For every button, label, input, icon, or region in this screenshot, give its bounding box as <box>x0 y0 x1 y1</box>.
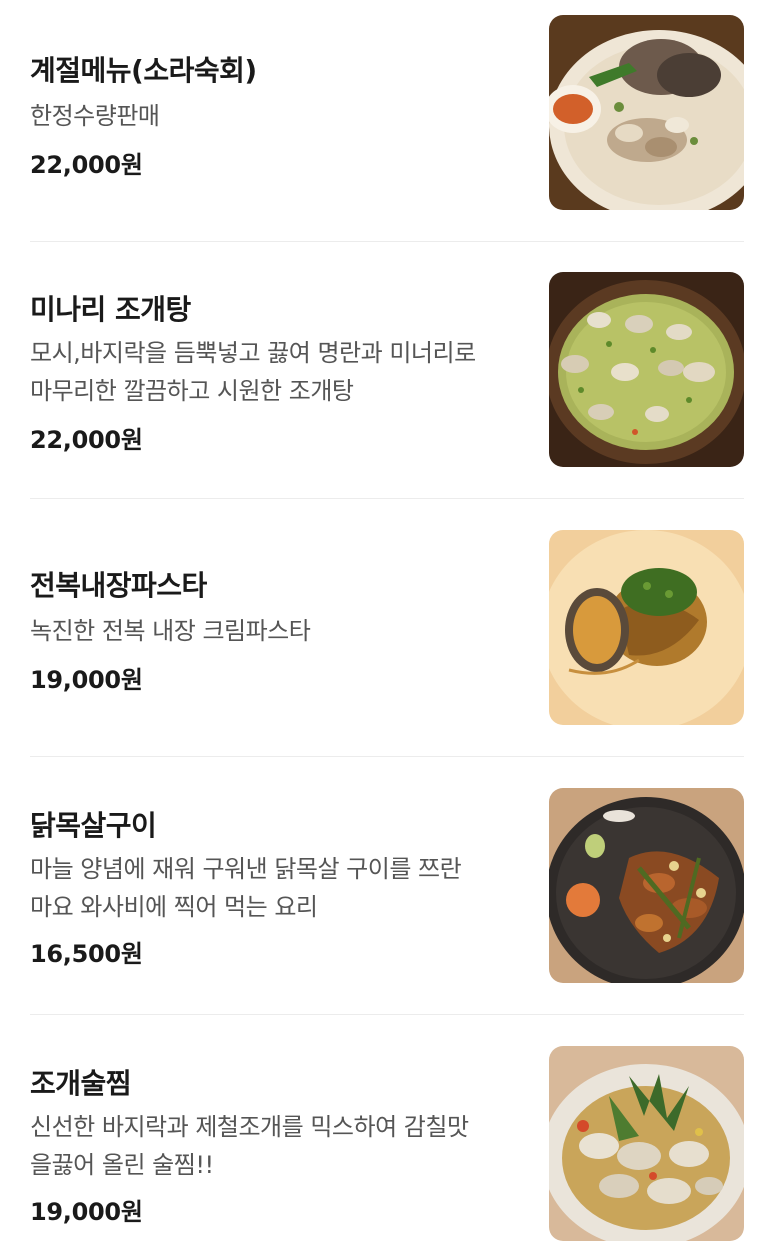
grilled-chicken-neck-photo <box>549 788 744 983</box>
menu-item-name: 계절메뉴(소라숙회) <box>30 54 257 87</box>
abalone-pasta-photo <box>549 530 744 725</box>
menu-item-chicken-neck[interactable]: 닭목살구이 마늘 양념에 재워 구워낸 닭목살 구이를 쯔란 마요 와사비에 찍… <box>30 788 744 984</box>
menu-item-steamed-clams[interactable]: 조개술찜 신선한 바지락과 제철조개를 믹스하여 감칠맛 을끓어 올린 술찜!!… <box>30 1046 744 1242</box>
menu-item-minari-clam-soup[interactable]: 미나리 조개탕 모시,바지락을 듬뿍넣고 끓여 명란과 미너리로 마무리한 깔끔… <box>30 272 744 468</box>
steamed-clams-photo <box>549 1046 744 1241</box>
menu-item-abalone-pasta[interactable]: 전복내장파스타 녹진한 전복 내장 크림파스타 19,000원 <box>30 530 744 726</box>
divider <box>30 1014 744 1015</box>
menu-item-description: 모시,바지락을 듬뿍넣고 끓여 명란과 미너리로 마무리한 깔끔하고 시원한 조… <box>30 339 476 405</box>
menu-item-price: 22,000원 <box>30 151 143 179</box>
menu-item-name: 조개술찜 <box>30 1067 132 1100</box>
menu-item-name: 전복내장파스타 <box>30 569 207 602</box>
menu-item-description: 한정수량판매 <box>30 102 160 130</box>
menu-item-price: 16,500원 <box>30 940 143 968</box>
divider <box>30 241 744 242</box>
menu-item-seasonal-sora[interactable]: 계절메뉴(소라숙회) 한정수량판매 22,000원 <box>30 15 744 211</box>
menu-item-description: 마늘 양념에 재워 구워낸 닭목살 구이를 쯔란 마요 와사비에 찍어 먹는 요… <box>30 855 462 921</box>
menu-item-price: 19,000원 <box>30 666 143 694</box>
menu-item-description: 녹진한 전복 내장 크림파스타 <box>30 617 311 645</box>
menu-item-description: 신선한 바지락과 제철조개를 믹스하여 감칠맛 을끓어 올린 술찜!! <box>30 1113 469 1179</box>
menu-item-name: 미나리 조개탕 <box>30 293 191 326</box>
menu-item-price: 19,000원 <box>30 1198 143 1226</box>
sea-snail-dish-photo <box>549 15 744 210</box>
clam-soup-photo <box>549 272 744 467</box>
divider <box>30 498 744 499</box>
divider <box>30 756 744 757</box>
menu-item-price: 22,000원 <box>30 426 143 454</box>
menu-item-name: 닭목살구이 <box>30 809 157 842</box>
